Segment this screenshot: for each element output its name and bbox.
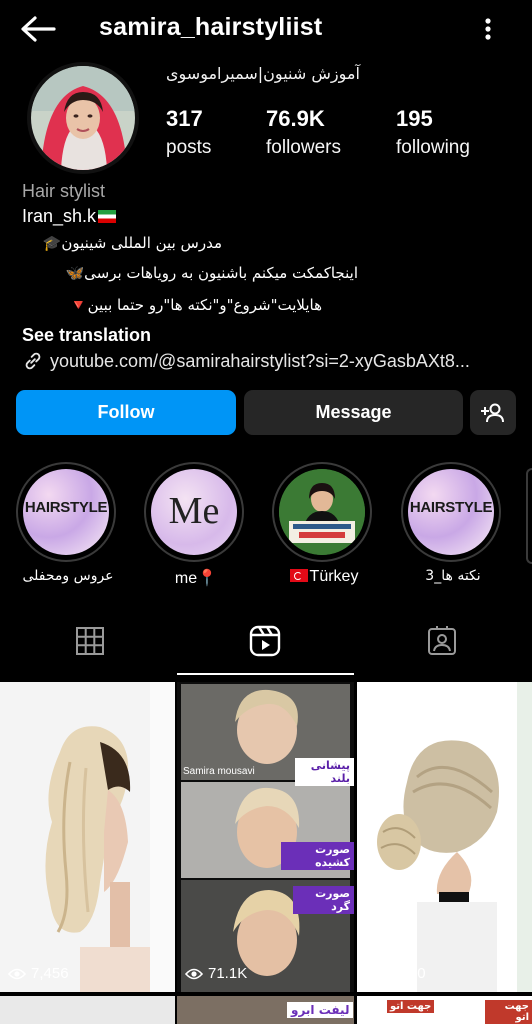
reel-thumbnail[interactable]: لیفت ابرو <box>177 996 354 1024</box>
top-bar: samira_hairstyliist <box>0 0 532 58</box>
category-label: Hair stylist <box>22 181 106 201</box>
follow-button[interactable]: Follow <box>16 390 236 435</box>
reel-thumbnail[interactable]: Samira mousavi پیشانی بلند صورت کشیده صو… <box>177 682 354 992</box>
overlay-label: پیشانی بلند <box>295 758 354 786</box>
highlight-cover <box>279 469 365 555</box>
profile-username: samira_hairstyliist <box>99 13 323 41</box>
message-button[interactable]: Message <box>244 390 463 435</box>
butterfly-icon: 🦋 <box>65 264 85 282</box>
highlight-item[interactable]: Türkey <box>272 462 376 585</box>
reels-tab-icon[interactable] <box>248 624 282 658</box>
add-user-icon <box>481 403 504 422</box>
posts-label: posts <box>166 137 212 158</box>
highlight-item[interactable]: HAIRSTYLE نکته ها_3 <box>401 462 505 584</box>
following-label: following <box>396 137 470 158</box>
eye-icon <box>8 968 26 979</box>
overlay-label: جهت اتو <box>485 1000 532 1024</box>
bio-link[interactable]: youtube.com/@samirahairstylist?si=2-xyGa… <box>22 350 470 372</box>
reel-image <box>0 682 175 992</box>
pin-icon: 📍 <box>197 570 218 587</box>
bio-handle-text: Iran_sh.k <box>22 206 97 226</box>
highlight-item[interactable]: Me me📍 <box>144 462 248 587</box>
bio-link-text: youtube.com/@samirahairstylist?si=2-xyGa… <box>50 350 470 371</box>
following-count: 195 <box>396 106 433 131</box>
iran-flag-icon <box>98 210 117 223</box>
reel-thumbnail[interactable]: جهت اتو جهت اتو <box>357 996 532 1024</box>
stat-posts[interactable]: 317 posts <box>166 106 211 159</box>
overlay-label: لیفت ابرو <box>287 1002 354 1018</box>
bio-line-handle: Iran_sh.k <box>22 206 117 227</box>
bio-line-highlights: هایلایت"شروع"و"نکته ها"رو حتما ببین🔻 <box>22 296 322 314</box>
view-count-text: 7,560 <box>388 965 426 982</box>
highlight-cover-text: HAIRSTYLE <box>409 499 493 516</box>
eye-icon <box>185 968 203 979</box>
more-options-icon[interactable] <box>478 14 498 44</box>
back-arrow-icon[interactable] <box>18 14 58 44</box>
reel-image <box>357 682 532 992</box>
view-count-text: 71.1K <box>208 965 248 982</box>
overlay-label: جهت اتو <box>387 1000 435 1013</box>
active-tab-indicator <box>177 673 354 675</box>
reel-thumbnail[interactable]: 7,456 <box>0 682 175 992</box>
view-count: 7,560 <box>365 965 426 982</box>
display-name: آموزش شنیون|سمیراموسوی <box>166 64 360 83</box>
stat-following[interactable]: 195 following <box>396 106 470 159</box>
view-count: 71.1K <box>185 965 247 982</box>
bio-line-help: اینجاکمکت میکنم باشنیون به رویاهات برسی🦋 <box>22 264 358 282</box>
turkey-flag-icon <box>289 569 308 582</box>
view-count: 7,456 <box>8 965 69 982</box>
highlight-cover: Me <box>151 469 237 555</box>
reel-thumbnail[interactable] <box>0 996 175 1024</box>
highlight-cover-text: Me <box>168 490 220 532</box>
highlight-caption: نکته ها_3 <box>425 568 481 584</box>
profile-screen: { "header": {"username": "samira_hairsty… <box>0 0 532 1024</box>
view-count-text: 7,456 <box>31 965 69 982</box>
eye-icon <box>365 968 383 979</box>
highlight-item-partial[interactable] <box>526 468 532 564</box>
link-icon <box>25 352 41 370</box>
reel-thumbnail[interactable]: 7,560 <box>357 682 532 992</box>
grid-tab-icon[interactable] <box>73 624 107 658</box>
highlight-cover-text: HAIRSTYLE <box>24 499 108 516</box>
bio-teacher-text: مدرس بین المللی شینیون <box>61 234 222 252</box>
highlight-item[interactable]: HAIRSTYLE عروس ومحفلی <box>16 462 120 584</box>
overlay-caption: Samira mousavi <box>183 766 255 777</box>
bio-highlights-text: هایلایت"شروع"و"نکته ها"رو حتما ببین <box>87 296 322 314</box>
see-translation-link[interactable]: See translation <box>22 325 151 346</box>
overlay-label: صورت گرد <box>293 886 354 914</box>
tagged-tab-icon[interactable] <box>425 624 459 658</box>
reel-image <box>177 682 354 992</box>
posts-count: 317 <box>166 106 203 131</box>
overlay-label: صورت کشیده <box>281 842 354 870</box>
followers-count: 76.9K <box>266 106 325 131</box>
highlight-cover: HAIRSTYLE <box>23 469 109 555</box>
bio-help-text: اینجاکمکت میکنم باشنیون به رویاهات برسی <box>84 264 358 282</box>
avatar-photo <box>31 66 135 170</box>
stat-followers[interactable]: 76.9K followers <box>266 106 341 159</box>
graduation-cap-icon: 🎓 <box>42 234 62 252</box>
suggested-accounts-button[interactable] <box>470 390 516 435</box>
followers-label: followers <box>266 137 341 158</box>
bio-line-teacher: مدرس بین المللی شینیون🎓 <box>22 234 222 252</box>
red-triangle-icon: 🔻 <box>68 296 88 314</box>
highlight-cover: HAIRSTYLE <box>408 469 494 555</box>
profile-avatar[interactable] <box>27 62 139 174</box>
